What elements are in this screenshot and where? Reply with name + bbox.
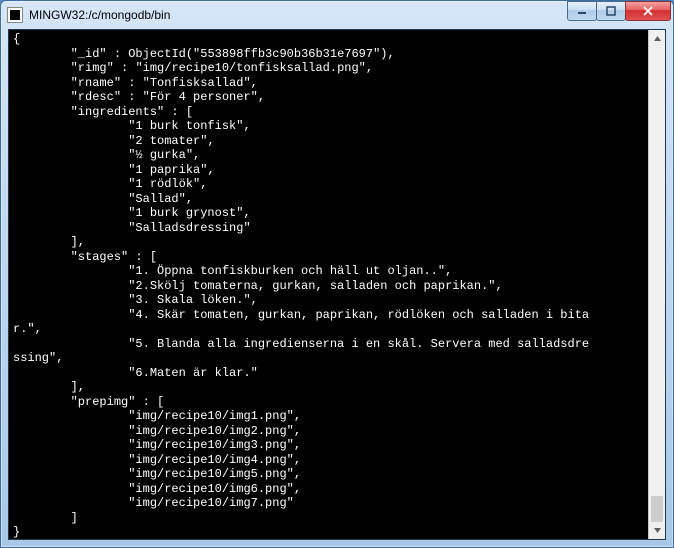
prepimg-item: "img/recipe10/img5.png" (128, 467, 294, 481)
json-key-ingredients: "ingredients" (71, 105, 165, 119)
json-key-stages: "stages" (71, 250, 129, 264)
stage-item: "5. Blanda alla ingredienserna i en skål… (128, 337, 589, 351)
ingredient-item: "Sallad" (128, 192, 186, 206)
json-val-rimg: "img/recipe10/tonfisksallad.png" (135, 61, 365, 75)
close-button[interactable] (625, 1, 671, 21)
scroll-up-button[interactable] (649, 30, 665, 47)
scroll-thumb[interactable] (651, 496, 663, 522)
prepimg-item: "img/recipe10/img1.png" (128, 409, 294, 423)
json-key-prepimg: "prepimg" (71, 395, 136, 409)
vertical-scrollbar[interactable] (648, 30, 665, 539)
json-brace-open: { (13, 32, 20, 46)
json-val-rname: "Tonfisksallad" (143, 76, 251, 90)
stage-item: "1. Öppna tonfiskburken och häll ut olja… (128, 264, 452, 278)
prepimg-item: "img/recipe10/img3.png" (128, 438, 294, 452)
client-area: { "_id" : ObjectId("553898ffb3c90b36b31e… (8, 29, 666, 540)
prepimg-item: "img/recipe10/img7.png" (128, 496, 294, 510)
minimize-button[interactable] (567, 1, 597, 21)
terminal-output[interactable]: { "_id" : ObjectId("553898ffb3c90b36b31e… (9, 30, 648, 539)
json-key-id: "_id" (71, 47, 107, 61)
stage-item-wrap: ssing", (13, 351, 63, 365)
json-val-rdesc: "För 4 personer" (143, 90, 258, 104)
stage-item: "4. Skär tomaten, gurkan, paprikan, rödl… (128, 308, 589, 322)
json-val-id: ObjectId("553898ffb3c90b36b31e7697") (128, 47, 387, 61)
ingredient-item: "½ gurka" (128, 148, 193, 162)
scroll-track[interactable] (649, 47, 665, 522)
titlebar[interactable]: MINGW32:/c/mongodb/bin (1, 1, 673, 29)
prepimg-item: "img/recipe10/img6.png" (128, 482, 294, 496)
ingredient-item: "Salladsdressing" (128, 221, 250, 235)
ingredient-item: "2 tomater" (128, 134, 207, 148)
stage-item: "6.Maten är klar." (128, 366, 258, 380)
prepimg-item: "img/recipe10/img2.png" (128, 424, 294, 438)
ingredient-item: "1 burk tonfisk" (128, 119, 243, 133)
ingredient-item: "1 rödlök" (128, 177, 200, 191)
scroll-down-button[interactable] (649, 522, 665, 539)
stage-item: "2.Skölj tomaterna, gurkan, salladen och… (128, 279, 502, 293)
stage-item-wrap: r.", (13, 322, 42, 336)
json-key-rdesc: "rdesc" (71, 90, 121, 104)
window-controls (568, 1, 671, 21)
ingredient-item: "1 burk grynost" (128, 206, 243, 220)
terminal-window: MINGW32:/c/mongodb/bin { "_id" : ObjectI… (0, 0, 674, 548)
stage-item: "3. Skala löken.", (128, 293, 258, 307)
ingredient-item: "1 paprika" (128, 163, 207, 177)
maximize-button[interactable] (596, 1, 626, 21)
terminal-icon (7, 7, 23, 23)
prepimg-item: "img/recipe10/img4.png" (128, 453, 294, 467)
json-key-rimg: "rimg" (71, 61, 114, 75)
json-brace-close: } (13, 525, 20, 539)
json-key-rname: "rname" (71, 76, 121, 90)
